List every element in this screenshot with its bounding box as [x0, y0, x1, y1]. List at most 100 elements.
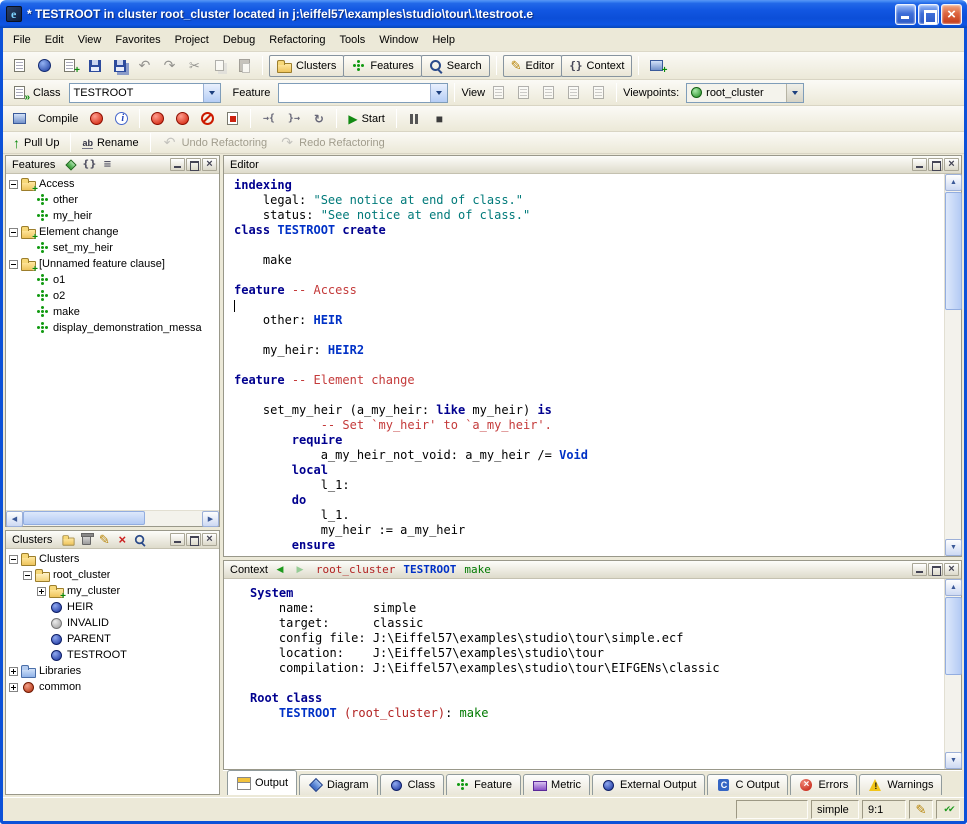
- context-toggle-button[interactable]: Context: [561, 55, 632, 77]
- editor-vertical-scrollbar[interactable]: ▲ ▼: [944, 174, 961, 556]
- history-forward-icon[interactable]: [292, 563, 308, 577]
- menu-file[interactable]: File: [6, 31, 38, 49]
- context-panel-titlebar[interactable]: Context root_cluster TESTROOT make: [224, 561, 961, 579]
- tree-item-o2[interactable]: o2: [6, 288, 219, 304]
- finalize-icon[interactable]: [171, 108, 194, 130]
- cut-icon[interactable]: [183, 55, 206, 77]
- context-minimize-button[interactable]: [912, 563, 927, 576]
- step-into-icon[interactable]: [257, 108, 280, 130]
- tree-item-other[interactable]: other: [6, 192, 219, 208]
- tree-item-my-heir[interactable]: my_heir: [6, 208, 219, 224]
- search-cluster-icon[interactable]: [132, 533, 148, 547]
- clickable-view-icon[interactable]: [512, 82, 535, 104]
- alphabetical-sort-icon[interactable]: [63, 158, 79, 172]
- editor-maximize-button[interactable]: [928, 158, 943, 171]
- scroll-up-icon[interactable]: ▲: [945, 174, 962, 191]
- tab-class[interactable]: Class: [380, 774, 445, 795]
- editor-minimize-button[interactable]: [912, 158, 927, 171]
- scroll-thumb[interactable]: [23, 511, 145, 525]
- tree-item-unnamed-feature-clause[interactable]: +[Unnamed feature clause]: [6, 256, 219, 272]
- tab-output[interactable]: Output: [227, 770, 297, 795]
- class-tool-icon[interactable]: »: [8, 82, 31, 104]
- class-combobox[interactable]: TESTROOT: [69, 83, 221, 103]
- features-close-button[interactable]: [202, 158, 217, 171]
- tree-item-testroot[interactable]: TESTROOT: [6, 647, 219, 663]
- compile-output-icon[interactable]: [8, 108, 31, 130]
- undo-refactoring-button[interactable]: Undo Refactoring: [157, 132, 273, 154]
- step-over-icon[interactable]: [307, 108, 330, 130]
- menu-favorites[interactable]: Favorites: [108, 31, 167, 49]
- scroll-down-icon[interactable]: ▼: [945, 539, 962, 556]
- tree-item-set-my-heir[interactable]: set_my_heir: [6, 240, 219, 256]
- tab-errors[interactable]: Errors: [790, 774, 857, 795]
- features-maximize-button[interactable]: [186, 158, 201, 171]
- add-cluster-icon[interactable]: [60, 533, 76, 547]
- signature-icon[interactable]: [81, 158, 97, 172]
- viewpoints-combobox-arrow[interactable]: [786, 84, 803, 102]
- menu-project[interactable]: Project: [168, 31, 216, 49]
- close-button[interactable]: [941, 4, 962, 25]
- menu-edit[interactable]: Edit: [38, 31, 71, 49]
- minimize-button[interactable]: [895, 4, 916, 25]
- clusters-close-button[interactable]: [202, 533, 217, 546]
- clusters-panel-titlebar[interactable]: Clusters: [6, 531, 219, 549]
- scroll-thumb[interactable]: [945, 192, 962, 310]
- scroll-left-icon[interactable]: ◀: [6, 511, 23, 527]
- breadcrumb-cluster[interactable]: root_cluster: [316, 563, 395, 576]
- collapse-icon[interactable]: [23, 571, 32, 580]
- clusters-minimize-button[interactable]: [170, 533, 185, 546]
- tab-diagram[interactable]: Diagram: [299, 774, 378, 795]
- clusters-maximize-button[interactable]: [186, 533, 201, 546]
- tree-item-my-cluster[interactable]: +my_cluster: [6, 583, 219, 599]
- compile-button[interactable]: Compile: [33, 108, 83, 130]
- collapse-icon[interactable]: [9, 555, 18, 564]
- step-out-icon[interactable]: [282, 108, 305, 130]
- expand-icon[interactable]: [9, 683, 18, 692]
- edit-breakpoints-icon[interactable]: [221, 108, 244, 130]
- save-icon[interactable]: [83, 55, 106, 77]
- search-toggle-button[interactable]: Search: [421, 55, 490, 77]
- scroll-up-icon[interactable]: ▲: [945, 579, 962, 596]
- viewpoints-combobox[interactable]: root_cluster: [686, 83, 804, 103]
- remove-icon[interactable]: [114, 533, 130, 547]
- pull-up-button[interactable]: Pull Up: [8, 132, 64, 154]
- context-content[interactable]: System name: simple target: classic conf…: [224, 579, 944, 769]
- basic-text-view-icon[interactable]: [487, 82, 510, 104]
- freeze-icon[interactable]: [146, 108, 169, 130]
- features-minimize-button[interactable]: [170, 158, 185, 171]
- collapse-icon[interactable]: [9, 180, 18, 189]
- contract-view-icon[interactable]: [562, 82, 585, 104]
- discard-breakpoints-icon[interactable]: [196, 108, 219, 130]
- clusters-toggle-button[interactable]: Clusters: [269, 55, 344, 77]
- redo-refactoring-button[interactable]: Redo Refactoring: [274, 132, 390, 154]
- tree-item-access[interactable]: +Access: [6, 176, 219, 192]
- tree-item-invalid[interactable]: INVALID: [6, 615, 219, 631]
- copy-icon[interactable]: [208, 55, 231, 77]
- collapse-icon[interactable]: [9, 260, 18, 269]
- tree-item-element-change[interactable]: +Element change: [6, 224, 219, 240]
- titlebar[interactable]: * TESTROOT in cluster root_cluster locat…: [0, 0, 967, 28]
- new-document-icon[interactable]: [8, 55, 31, 77]
- features-toggle-button[interactable]: Features: [343, 55, 421, 77]
- menu-refactoring[interactable]: Refactoring: [262, 31, 332, 49]
- scroll-down-icon[interactable]: ▼: [945, 752, 962, 769]
- melt-icon[interactable]: [85, 108, 108, 130]
- open-project-icon[interactable]: [33, 55, 56, 77]
- undo-icon[interactable]: [133, 55, 156, 77]
- tab-warnings[interactable]: Warnings: [859, 774, 942, 795]
- breadcrumb-feature[interactable]: make: [464, 563, 491, 576]
- editor-toggle-button[interactable]: Editor: [503, 55, 563, 77]
- tab-c-output[interactable]: C Output: [707, 774, 788, 795]
- tree-item-clusters[interactable]: Clusters: [6, 551, 219, 567]
- flat-view-icon[interactable]: [537, 82, 560, 104]
- tree-item-common[interactable]: common: [6, 679, 219, 695]
- scroll-track[interactable]: [23, 511, 202, 526]
- breadcrumb-class[interactable]: TESTROOT: [403, 563, 456, 576]
- scroll-right-icon[interactable]: ▶: [202, 511, 219, 527]
- tab-metric[interactable]: Metric: [523, 774, 590, 795]
- edit-icon[interactable]: [96, 533, 112, 547]
- expand-icon[interactable]: [37, 587, 46, 596]
- stop-button[interactable]: [428, 108, 451, 130]
- scroll-thumb[interactable]: [945, 597, 962, 675]
- feature-combobox-arrow[interactable]: [430, 84, 447, 102]
